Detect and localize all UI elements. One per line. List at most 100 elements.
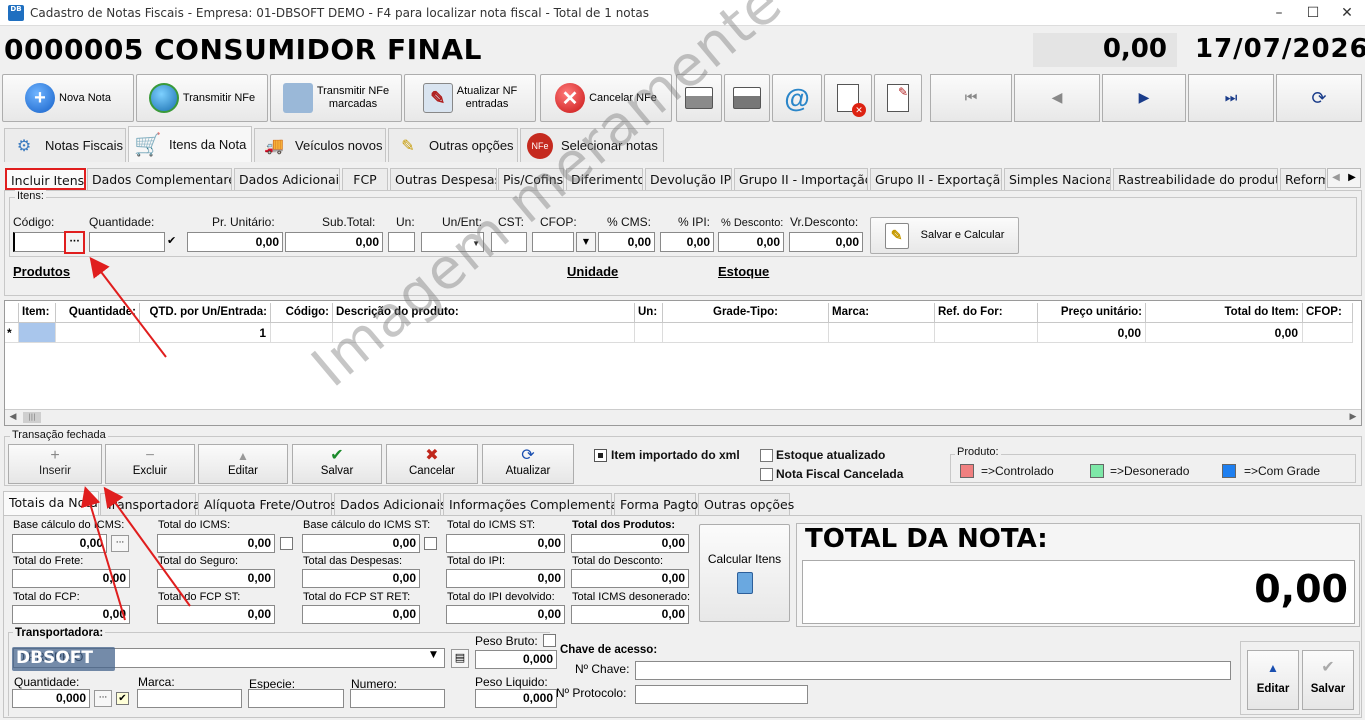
quantidade-transp-value[interactable]: 0,000 [12,689,90,708]
col-codigo[interactable]: Código: [271,303,333,323]
cell-cfop[interactable] [1303,323,1353,343]
subtab-reform[interactable]: Reform [1280,168,1326,190]
peso-bruto-checkbox[interactable] [543,634,556,647]
nav-next-button[interactable]: ▶ [1102,74,1186,122]
tab-informacoes-complementar[interactable]: Informações Complementar [443,493,623,515]
atualizar-nf-button[interactable]: ✎ Atualizar NF entradas [404,74,536,122]
numero-input[interactable] [350,689,445,708]
pct-ipi-input[interactable]: 0,00 [660,232,714,252]
total-despesas-value[interactable]: 0,00 [302,569,420,588]
maximize-button[interactable]: ☐ [1296,0,1330,26]
subtab-exportacao[interactable]: Grupo II - Exportação [870,168,1002,190]
print-button[interactable] [676,74,722,122]
scroll-right-icon[interactable]: ▶ [1344,169,1360,187]
cell-total-item[interactable]: 0,00 [1146,323,1303,343]
grid-horizontal-scrollbar[interactable]: ◀ ||| ▶ [5,409,1361,425]
total-fcp-value[interactable]: 0,00 [12,605,130,624]
total-icms-value[interactable]: 0,00 [157,534,275,553]
quantidade-input[interactable] [89,232,165,252]
inserir-button[interactable]: + Inserir [8,444,102,484]
nav-first-button[interactable]: ⏮ [930,74,1012,122]
subtab-fcp[interactable]: FCP [342,168,388,190]
transmitir-nfe-button[interactable]: Transmitir NFe [136,74,268,122]
peso-liquido-value[interactable]: 0,000 [475,689,557,708]
subtab-pis-cofins[interactable]: Pis/Cofins [498,168,564,190]
refresh-button[interactable]: ⟳ [1276,74,1362,122]
total-icms-checkbox[interactable] [280,537,293,550]
nota-cancelada-checkbox[interactable] [760,468,773,481]
excluir-button[interactable]: − Excluir [105,444,195,484]
estoque-link[interactable]: Estoque [718,264,769,279]
cell-qtd-un-entrada[interactable]: 1 [140,323,271,343]
cell-marca[interactable] [829,323,935,343]
scroll-right-icon[interactable]: ▶ [1345,410,1361,425]
salvar-transp-button[interactable]: ✔ Salvar [1302,650,1354,710]
print-preview-button[interactable] [724,74,770,122]
col-preco-unitario[interactable]: Preço unitário: [1038,303,1146,323]
tab-outras-opcoes-bottom[interactable]: Outras opções [698,493,794,515]
editar-button[interactable]: ▲ Editar [198,444,288,484]
subtab-diferimento[interactable]: Diferimento [566,168,643,190]
tab-itens-da-nota[interactable]: 🛒 Itens da Nota [128,126,252,162]
pr-unitario-input[interactable]: 0,00 [187,232,283,252]
tab-veiculos-novos[interactable]: 🚚 Veículos novos [254,128,386,162]
tab-transportadora[interactable]: Transportadora [100,493,201,515]
total-frete-value[interactable]: 0,00 [12,569,130,588]
cancelar-button[interactable]: ✖ Cancelar [386,444,478,484]
tab-aliquota-frete[interactable]: Alíquota Frete/Outros [198,493,337,515]
total-seguro-value[interactable]: 0,00 [157,569,275,588]
cell-item[interactable] [19,323,56,343]
subtab-simples-nacional[interactable]: Simples Nacional [1004,168,1111,190]
tab-outras-opcoes[interactable]: ✎ Outras opções [388,128,518,162]
cell-grade-tipo[interactable] [663,323,829,343]
protocolo-input[interactable] [635,685,808,704]
tab-totais-da-nota[interactable]: Totais da Nota [3,491,99,515]
col-cfop[interactable]: CFOP: [1303,303,1353,323]
nav-last-button[interactable]: ⏭ [1188,74,1274,122]
col-grade-tipo[interactable]: Grade-Tipo: [663,303,829,323]
cst-input[interactable] [491,232,527,252]
subtab-rastreabilidade[interactable]: Rastreabilidade do produto [1113,168,1278,190]
especie-input[interactable] [248,689,344,708]
chave-input[interactable] [635,661,1231,680]
tab-dados-adicionais[interactable]: Dados Adicionais [334,493,447,515]
sub-total-input[interactable]: 0,00 [285,232,383,252]
nova-nota-button[interactable]: + Nova Nota [2,74,134,122]
subtab-importacao[interactable]: Grupo II - Importação [734,168,868,190]
editar-transp-button[interactable]: ▲ Editar [1247,650,1299,710]
total-icms-st-value[interactable]: 0,00 [446,534,565,553]
col-descricao[interactable]: Descrição do produto: [333,303,635,323]
subtab-incluir-itens[interactable]: Incluir Itens [5,168,86,190]
pct-cms-input[interactable]: 0,00 [598,232,655,252]
cell-quantidade[interactable] [56,323,140,343]
tab-selecionar-notas[interactable]: NFe Selecionar notas [520,128,664,162]
base-icms-st-checkbox[interactable] [424,537,437,550]
tab-notas-fiscais[interactable]: ⚙ Notas Fiscais [4,128,126,162]
base-icms-st-value[interactable]: 0,00 [302,534,420,553]
total-ipi-dev-value[interactable]: 0,00 [446,605,565,624]
document-edit-button[interactable]: ✎ [874,74,922,122]
col-marca[interactable]: Marca: [829,303,935,323]
quantidade-checkbox[interactable]: ✔ [116,692,129,705]
estoque-atualizado-checkbox[interactable] [760,449,773,462]
tab-forma-pagto[interactable]: Forma Pagto [614,493,698,515]
scroll-left-icon[interactable]: ◀ [1328,169,1344,187]
cell-codigo[interactable] [271,323,333,343]
unidade-link[interactable]: Unidade [567,264,618,279]
close-button[interactable]: ✕ [1330,0,1364,26]
col-item[interactable]: Item: [19,303,56,323]
calcular-itens-button[interactable]: Calcular Itens [699,524,790,622]
subtab-outras-despesas[interactable]: Outras Despesas [390,168,497,190]
total-icms-deson-value[interactable]: 0,00 [571,605,689,624]
peso-bruto-value[interactable]: 0,000 [475,650,557,669]
importado-checkbox[interactable] [594,449,607,462]
minimize-button[interactable]: – [1262,0,1296,26]
vr-desconto-input[interactable]: 0,00 [789,232,863,252]
col-total-item[interactable]: Total do Item: [1146,303,1303,323]
un-ent-select[interactable]: ▼ [421,232,484,252]
produtos-link[interactable]: Produtos [13,264,70,279]
total-produtos-value[interactable]: 0,00 [571,534,689,553]
quantidade-lookup-button[interactable]: ··· [94,690,112,707]
total-desconto-value[interactable]: 0,00 [571,569,689,588]
base-icms-value[interactable]: 0,00 [12,534,107,553]
